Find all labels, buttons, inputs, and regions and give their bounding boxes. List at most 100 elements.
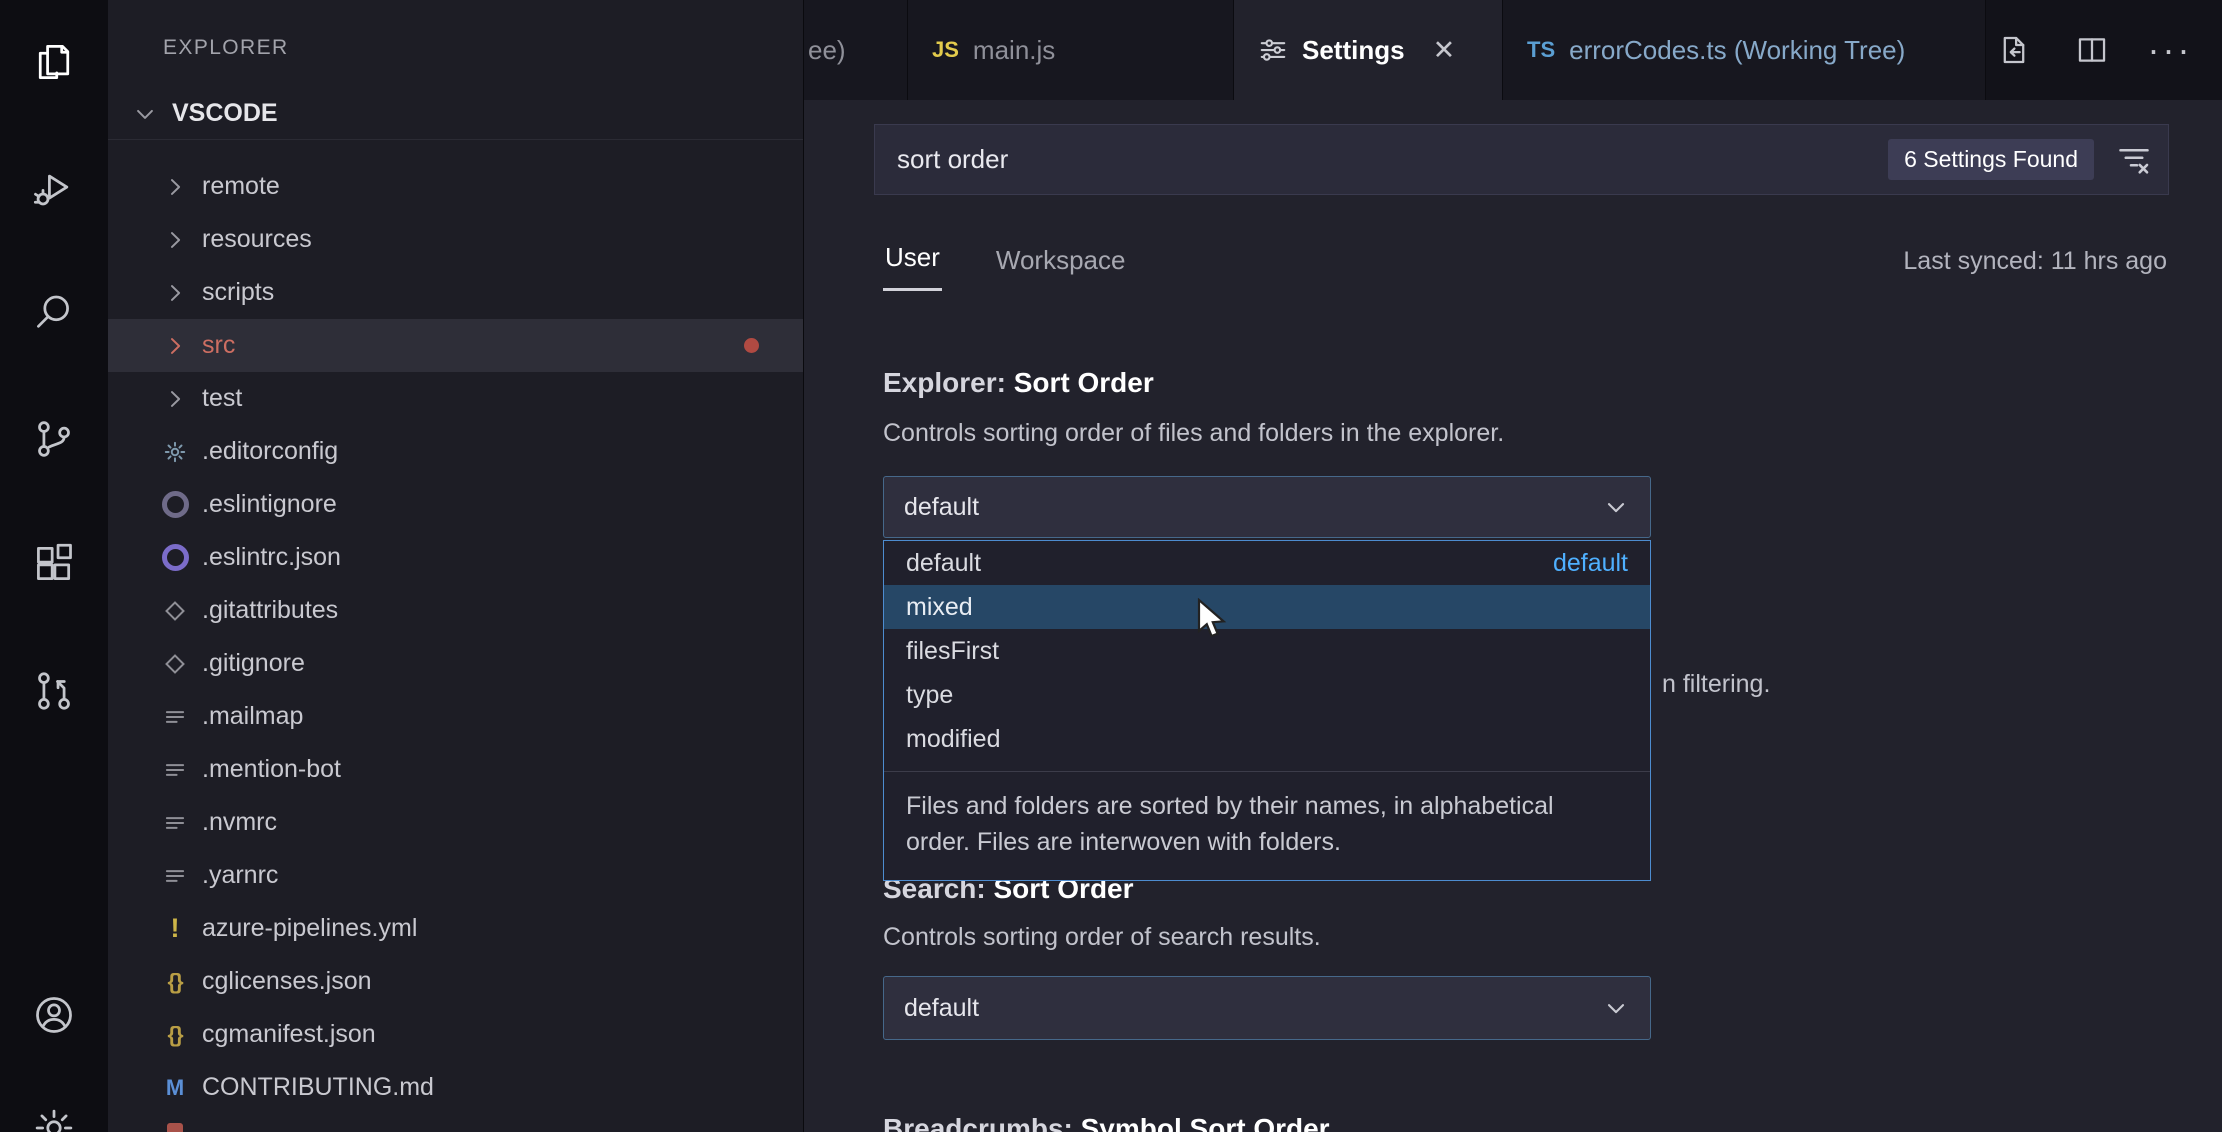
tree-item-label: remote (202, 172, 280, 201)
file-tree: remote resources scripts src test (108, 160, 803, 1132)
source-control-icon[interactable] (30, 415, 78, 463)
tree-item-label: .mention-bot (202, 755, 341, 784)
chevron-right-icon (160, 384, 190, 414)
tree-item-mailmap[interactable]: .mailmap (108, 690, 803, 743)
close-icon[interactable]: ✕ (1433, 35, 1456, 66)
tree-item-label: .mailmap (202, 702, 303, 731)
settings-search-box: 6 Settings Found (874, 124, 2169, 195)
dropdown-option-mixed[interactable]: mixed (884, 585, 1650, 629)
tree-item-azure-pipelines[interactable]: ! azure-pipelines.yml (108, 902, 803, 955)
run-debug-icon[interactable] (30, 164, 78, 212)
dropdown-option-default[interactable]: default default (884, 541, 1650, 585)
list-icon (160, 861, 190, 891)
tree-item-remote[interactable]: remote (108, 160, 803, 213)
json-braces-icon: {} (160, 1020, 190, 1050)
sidebar-title: EXPLORER (163, 36, 289, 60)
tree-item-label: resources (202, 225, 312, 254)
tree-item-mention-bot[interactable]: .mention-bot (108, 743, 803, 796)
chevron-right-icon (160, 278, 190, 308)
tree-item-label: .yarnrc (202, 861, 278, 890)
explorer-icon[interactable] (30, 38, 78, 86)
editor-area: ee) JS main.js Settings ✕ TS errorCodes.… (803, 0, 2222, 1132)
search-sort-order-select[interactable]: default (883, 976, 1651, 1040)
modified-dot-badge (744, 338, 759, 353)
tab-workspace[interactable]: Workspace (994, 245, 1128, 291)
tree-item-src[interactable]: src (108, 319, 803, 372)
tree-item-cgmanifest[interactable]: {} cgmanifest.json (108, 1008, 803, 1061)
tree-item-test[interactable]: test (108, 372, 803, 425)
eslint-icon (160, 490, 190, 520)
gear-icon (160, 437, 190, 467)
tree-item-eslintignore[interactable]: .eslintignore (108, 478, 803, 531)
extensions-icon[interactable] (30, 540, 78, 588)
tree-item-label: .gitignore (202, 649, 305, 678)
explorer-sort-order-select[interactable]: default (883, 476, 1651, 538)
tree-item-partial[interactable] (108, 1114, 803, 1132)
tab-label: errorCodes.ts (Working Tree) (1569, 35, 1905, 66)
clear-filter-icon[interactable] (2116, 142, 2152, 178)
tab-main-js[interactable]: JS main.js (908, 0, 1234, 100)
tree-item-label: .eslintignore (202, 490, 337, 519)
chevron-right-icon (160, 225, 190, 255)
dropdown-option-filesfirst[interactable]: filesFirst (884, 629, 1650, 673)
dropdown-option-description: Files and folders are sorted by their na… (884, 772, 1576, 880)
tree-item-nvmrc[interactable]: .nvmrc (108, 796, 803, 849)
tab-partial[interactable]: ee) (804, 0, 908, 100)
eslint-icon (160, 543, 190, 573)
tree-item-label: test (202, 384, 242, 413)
settings-found-badge: 6 Settings Found (1888, 139, 2094, 180)
sort-order-dropdown-panel: default default mixed filesFirst type mo… (883, 540, 1651, 881)
editor-actions: ··· (1996, 0, 2222, 100)
tree-item-label: CONTRIBUTING.md (202, 1073, 434, 1102)
github-pull-requests-icon[interactable] (30, 667, 78, 715)
git-icon (160, 596, 190, 626)
option-label: mixed (906, 593, 973, 622)
tree-root-vscode[interactable]: VSCODE (108, 88, 803, 140)
tree-item-scripts[interactable]: scripts (108, 266, 803, 319)
tree-item-cglicenses[interactable]: {} cglicenses.json (108, 955, 803, 1008)
settings-sliders-icon (1258, 35, 1288, 65)
tree-item-eslintrc[interactable]: .eslintrc.json (108, 531, 803, 584)
explorer-sidebar: EXPLORER VSCODE remote resources scripts (108, 0, 803, 1132)
tree-item-gitattributes[interactable]: .gitattributes (108, 584, 803, 637)
select-value: default (904, 493, 979, 522)
tree-item-gitignore[interactable]: .gitignore (108, 637, 803, 690)
tab-label: Settings (1302, 35, 1405, 66)
git-icon (160, 649, 190, 679)
option-label: type (906, 681, 953, 710)
tab-label: ee) (808, 35, 846, 66)
tab-settings[interactable]: Settings ✕ (1234, 0, 1503, 100)
tree-item-yarnrc[interactable]: .yarnrc (108, 849, 803, 902)
dropdown-option-type[interactable]: type (884, 673, 1650, 717)
tab-user[interactable]: User (883, 242, 942, 291)
chevron-down-icon (1602, 493, 1630, 521)
tree-item-label: .nvmrc (202, 808, 277, 837)
tree-item-label: .gitattributes (202, 596, 338, 625)
settings-scope-tabs: User Workspace Last synced: 11 hrs ago (883, 242, 2167, 291)
last-synced-label: Last synced: 11 hrs ago (1903, 247, 2167, 291)
tab-bar: ee) JS main.js Settings ✕ TS errorCodes.… (804, 0, 2222, 100)
tab-errorcodes[interactable]: TS errorCodes.ts (Working Tree) (1503, 0, 1986, 100)
accounts-icon[interactable] (30, 991, 78, 1039)
setting-name: Symbol Sort Order (1081, 1113, 1330, 1132)
tree-item-editorconfig[interactable]: .editorconfig (108, 425, 803, 478)
dropdown-option-modified[interactable]: modified (884, 717, 1650, 761)
tree-item-label: cglicenses.json (202, 967, 372, 996)
settings-editor: 6 Settings Found User Workspace Last syn… (804, 100, 2222, 1132)
search-icon[interactable] (30, 288, 78, 336)
open-changes-icon[interactable] (1996, 32, 2032, 68)
warning-icon: ! (160, 914, 190, 944)
settings-search-input[interactable] (875, 143, 1888, 176)
tree-item-contributing[interactable]: M CONTRIBUTING.md (108, 1061, 803, 1114)
chevron-down-icon (1602, 994, 1630, 1022)
tree-item-resources[interactable]: resources (108, 213, 803, 266)
tree-item-label: scripts (202, 278, 274, 307)
activity-bar (0, 0, 108, 1132)
tree-item-label: cgmanifest.json (202, 1020, 376, 1049)
more-actions-icon[interactable]: ··· (2152, 32, 2188, 68)
tree-item-label: src (202, 331, 235, 360)
settings-gear-icon[interactable] (30, 1104, 78, 1132)
markdown-icon: M (160, 1073, 190, 1103)
split-editor-icon[interactable] (2074, 32, 2110, 68)
tab-label: main.js (973, 35, 1055, 66)
